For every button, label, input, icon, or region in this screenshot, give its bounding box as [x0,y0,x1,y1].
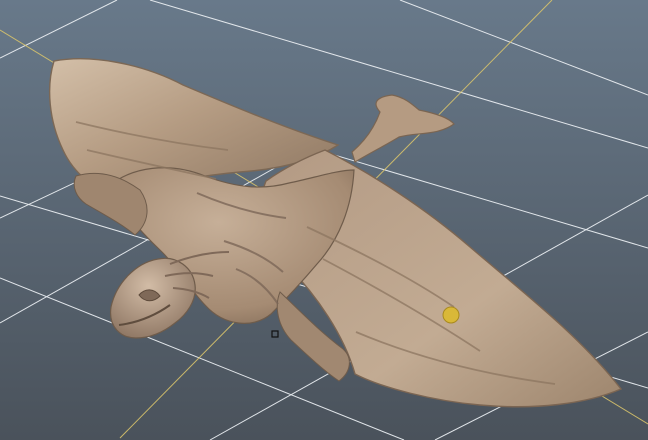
3d-viewport[interactable] [0,0,648,440]
viewport-canvas[interactable] [0,0,648,440]
manipulator-dot-icon[interactable] [442,306,460,324]
